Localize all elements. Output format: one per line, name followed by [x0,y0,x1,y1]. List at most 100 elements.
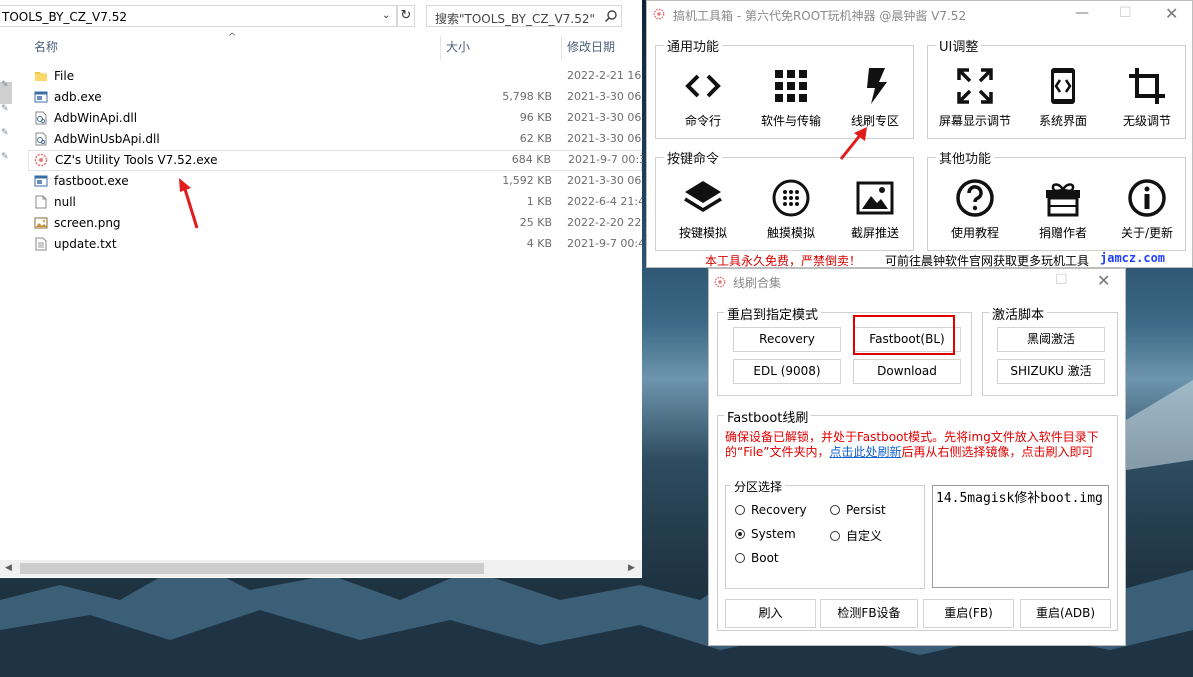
sort-ascending-icon: ^ [228,32,237,43]
search-icon [604,10,617,23]
detect-fb-device-button[interactable]: 检测FB设备 [820,599,918,628]
tile-free-scale[interactable]: 无级调节 [1108,60,1186,134]
scrollbar-thumb[interactable] [20,563,484,574]
website-link[interactable]: jamcz.com [1100,251,1165,265]
group-ui: UI调整 屏幕显示调节 系统界面 无级调节 [927,36,1186,139]
file-name: AdbWinUsbApi.dll [54,132,160,146]
file-name: File [54,69,75,83]
tile-command-line[interactable]: 命令行 [664,60,742,134]
group-title: 分区选择 [731,478,786,495]
file-name: fastboot.exe [54,174,129,188]
tile-apps-transfer[interactable]: 软件与传输 [752,60,830,134]
scroll-left-icon[interactable]: ◀ [5,563,12,573]
file-date: 2021-3-30 06:1 [567,174,642,187]
file-row[interactable]: screen.png 25 KB 2022-2-20 22:5 [28,213,642,234]
refresh-link[interactable]: 点击此处刷新 [830,445,902,459]
radio-recovery[interactable]: Recovery [735,503,807,517]
maximize-icon: ☐ [1119,5,1132,21]
radio-boot[interactable]: Boot [735,551,779,565]
file-row[interactable]: AdbWinApi.dll 96 KB 2021-3-30 06:1 [28,108,642,129]
tile-flash-zone[interactable]: 线刷专区 [836,60,914,134]
pin-icon: ✎ [1,128,9,138]
horizontal-scrollbar[interactable]: ◀ ▶ [0,560,642,577]
app-logo-icon [653,8,665,20]
radio-persist[interactable]: Persist [830,503,886,517]
info-icon [1128,179,1166,217]
file-name: screen.png [54,216,121,230]
close-icon[interactable]: ✕ [1097,271,1110,290]
window-title: 搞机工具箱 - 第六代免ROOT玩机神器 @晨钟酱 V7.52 [673,9,967,23]
address-bar[interactable]: TOOLS_BY_CZ_V7.52 ⌄ [0,5,397,27]
grid-icon [775,70,807,102]
reboot-adb-button[interactable]: 重启(ADB) [1020,599,1111,628]
annotation-arrow [179,178,199,229]
column-divider[interactable] [440,36,441,60]
reboot-fb-button[interactable]: 重启(FB) [923,599,1014,628]
group-title: 其他功能 [936,148,995,167]
tile-tutorial[interactable]: 使用教程 [936,172,1014,246]
pin-icon: ✎ [1,80,9,90]
radio-circle [830,505,840,515]
radio-custom[interactable]: 自定义 [830,527,882,544]
file-row[interactable]: adb.exe 5,798 KB 2021-3-30 06:1 [28,87,642,108]
file-size: 684 KB [511,153,551,166]
folder-icon [35,72,47,81]
address-path: TOOLS_BY_CZ_V7.52 [2,10,127,24]
image-list-item[interactable]: 14.5magisk修补boot.img [936,487,1103,506]
file-row[interactable]: File 2022-2-21 16:0 [28,66,642,87]
file-size: 5,798 KB [502,90,552,103]
file-row[interactable]: AdbWinUsbApi.dll 62 KB 2021-3-30 06:1 [28,129,642,150]
tile-touch-simulate[interactable]: 触摸模拟 [752,172,830,246]
column-header-name[interactable]: 名称 [34,38,58,60]
radio-label: Recovery [751,503,807,517]
tile-label: 无级调节 [1122,114,1171,128]
file-row[interactable]: fastboot.exe 1,592 KB 2021-3-30 06:1 [28,171,642,192]
annotation-arrow [839,127,867,160]
minimize-icon[interactable]: — [1075,5,1089,21]
heiyu-activate-button[interactable]: 黑阈激活 [997,327,1105,352]
tile-label: 触摸模拟 [766,226,815,240]
column-header-date[interactable]: 修改日期 [567,38,615,60]
chevron-down-icon[interactable]: ⌄ [382,10,390,21]
group-partition-select: 分区选择 Recovery Persist System 自定义 Boot [725,478,925,589]
tile-system-ui[interactable]: 系统界面 [1024,60,1102,134]
file-explorer-window: TOOLS_BY_CZ_V7.52 ⌄ ↻ 搜索"TOOLS_BY_CZ_V7.… [0,0,643,578]
edl-9008-button[interactable]: EDL (9008) [733,359,841,384]
file-name: adb.exe [54,90,102,104]
flash-button[interactable]: 刷入 [725,599,816,628]
group-title: Fastboot线刷 [724,407,812,426]
scroll-right-icon[interactable]: ▶ [628,563,635,573]
column-header-size[interactable]: 大小 [446,38,470,60]
image-listbox[interactable]: 14.5magisk修补boot.img [932,485,1109,588]
pin-icon: ✎ [1,152,9,162]
shizuku-activate-button[interactable]: SHIZUKU 激活 [997,359,1105,384]
download-button[interactable]: Download [853,359,961,384]
close-icon[interactable]: ✕ [1165,4,1178,23]
maximize-icon: ☐ [1055,272,1068,288]
file-name: null [54,195,76,209]
radio-system[interactable]: System [735,527,796,541]
refresh-icon[interactable]: ↻ [397,5,415,27]
file-name: AdbWinApi.dll [54,111,138,125]
file-date: 2021-3-30 06:1 [567,132,642,145]
group-activation: 激活脚本 黑阈激活 SHIZUKU 激活 [982,304,1118,396]
tile-key-simulate[interactable]: 按键模拟 [664,172,742,246]
expand-icon [957,68,993,104]
group-keys: 按键命令 按键模拟 触摸模拟 截屏推送 [655,148,914,251]
dialog-title: 线刷合集 [733,276,782,290]
file-size: 1,592 KB [502,174,552,187]
tile-screenshot-push[interactable]: 截屏推送 [836,172,914,246]
group-title: 激活脚本 [989,304,1048,323]
tile-donate[interactable]: 捐赠作者 [1024,172,1102,246]
column-divider[interactable] [561,36,562,60]
tile-display-adjust[interactable]: 屏幕显示调节 [936,60,1014,134]
file-row[interactable]: update.txt 4 KB 2021-9-7 00:41 [28,234,642,255]
code-brackets-icon [685,74,721,98]
file-row-selected[interactable]: CZ's Utility Tools V7.52.exe 684 KB 2021… [28,150,643,171]
recovery-button[interactable]: Recovery [733,327,841,352]
tile-about-update[interactable]: 关于/更新 [1108,172,1186,246]
file-size: 62 KB [519,132,552,145]
file-date: 2021-3-30 06:1 [567,111,642,124]
search-box[interactable]: 搜索"TOOLS_BY_CZ_V7.52" [426,5,622,27]
file-row[interactable]: null 1 KB 2022-6-4 21:45 [28,192,642,213]
